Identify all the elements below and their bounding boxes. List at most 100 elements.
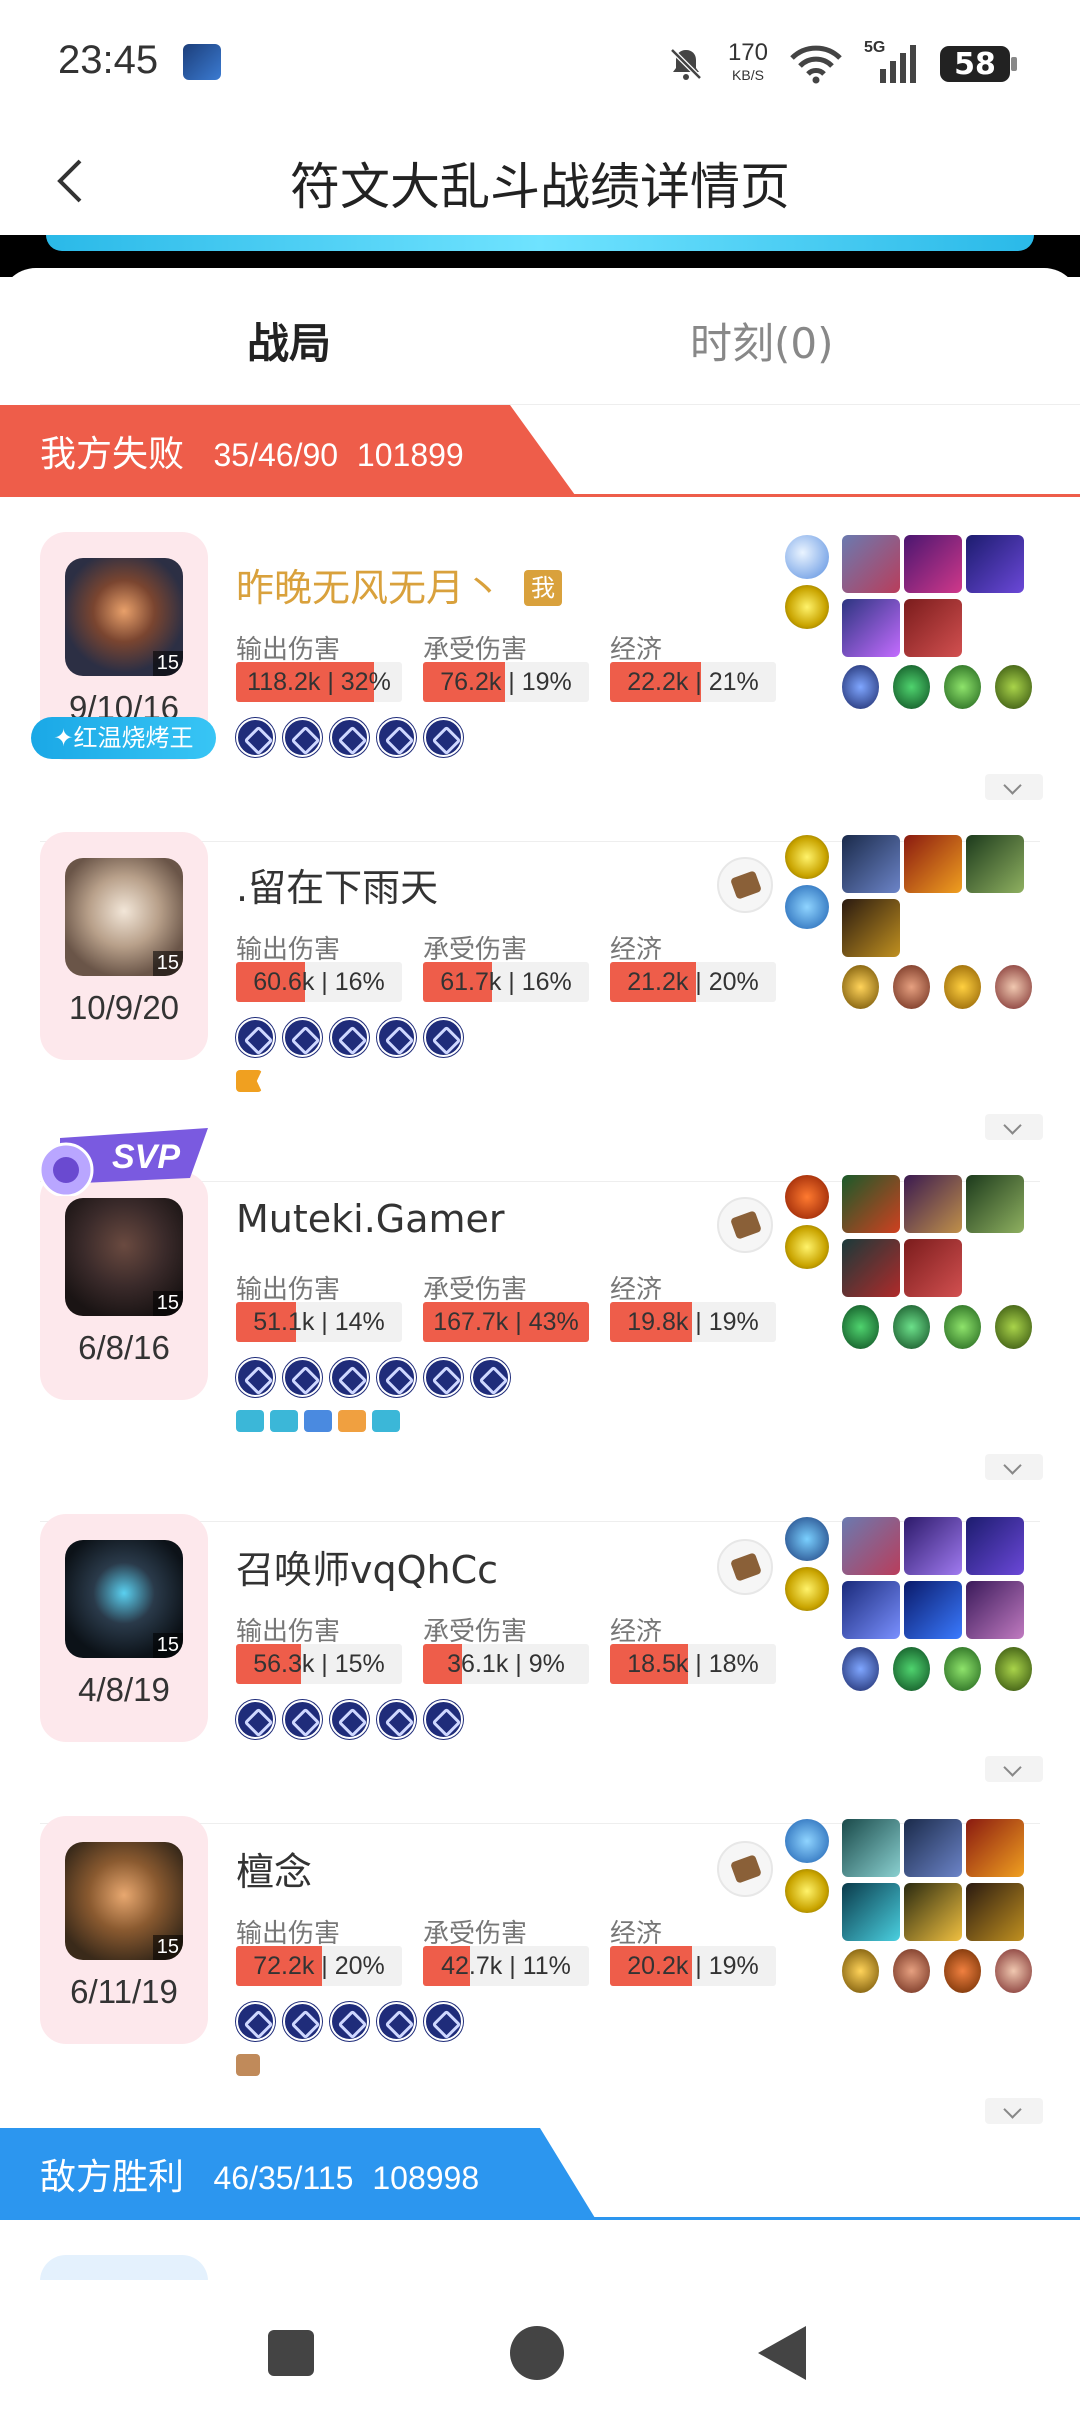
augment-icon	[893, 1647, 930, 1691]
rune-icon	[236, 718, 275, 757]
damage-label: 输出伤害	[236, 1919, 341, 1949]
snowball-spell-icon	[785, 1819, 829, 1863]
damage-bar: 56.3k | 15%	[236, 1644, 402, 1684]
player-avatar-card: 15 6/11/19	[40, 1816, 208, 2044]
augment-icon	[944, 1949, 981, 1993]
player-name-text: 昨晚无风无月丶	[236, 566, 503, 610]
item-icon	[966, 1883, 1024, 1941]
item-icon	[966, 1517, 1024, 1575]
player-row[interactable]: 15 6/8/16 SVP Muteki.Gamer 输出伤害 承受伤害 经济 …	[0, 1128, 1080, 1522]
augment-icon	[893, 1949, 930, 1993]
team-ally-score: 101899	[356, 437, 464, 473]
augment-icon	[893, 665, 930, 709]
recent-apps-icon[interactable]	[268, 2330, 314, 2376]
page-header: 符文大乱斗战绩详情页	[0, 125, 1080, 235]
rune-icon	[283, 2002, 322, 2041]
damage-bar: 72.2k | 20%	[236, 1946, 402, 1986]
team-ally-kda: 35/46/90	[213, 437, 339, 473]
rune-icon	[330, 1018, 369, 1057]
gold-value: 20.2k | 19%	[627, 1952, 759, 1980]
champion-avatar[interactable]: 15	[65, 1842, 183, 1960]
rune-icon	[330, 1700, 369, 1739]
expand-chevron-icon[interactable]	[985, 1756, 1043, 1782]
player-name[interactable]: .留在下雨天	[236, 857, 438, 912]
player-kda: 4/8/19	[78, 1671, 170, 1708]
taken-bar: 61.7k | 16%	[423, 962, 589, 1002]
player-name[interactable]: 檀念	[236, 1841, 312, 1896]
item-icon	[842, 1819, 900, 1877]
taken-value: 76.2k | 19%	[440, 668, 572, 696]
rune-icon	[471, 1358, 510, 1397]
tab-match[interactable]: 战局	[247, 310, 331, 371]
expand-chevron-icon[interactable]	[985, 1454, 1043, 1480]
gold-bar: 21.2k | 20%	[610, 962, 776, 1002]
flag-icon	[236, 1070, 262, 1092]
back-triangle-icon[interactable]	[758, 2326, 806, 2380]
champion-level: 15	[152, 951, 183, 976]
expand-chevron-icon[interactable]	[985, 1114, 1043, 1140]
home-icon[interactable]	[510, 2326, 564, 2380]
heart-icon	[236, 1410, 264, 1432]
gold-bar: 19.8k | 19%	[610, 1302, 776, 1342]
item-icon	[842, 1581, 900, 1639]
champion-avatar[interactable]: 15	[65, 1198, 183, 1316]
item-icon	[966, 1819, 1024, 1877]
item-grid	[842, 835, 1042, 1009]
item-icon	[904, 1883, 962, 1941]
expand-chevron-icon[interactable]	[985, 774, 1043, 800]
gold-label: 经济	[610, 1275, 663, 1305]
taken-bar: 76.2k | 19%	[423, 662, 589, 702]
augment-icon	[995, 1949, 1032, 1993]
augment-icon	[944, 965, 981, 1009]
team-ally-banner: 我方失败 35/46/90 101899	[0, 405, 1080, 497]
expand-chevron-icon[interactable]	[985, 2098, 1043, 2124]
rune-icon	[283, 1700, 322, 1739]
augment-icon	[995, 1647, 1032, 1691]
flash-spell-icon	[785, 1869, 829, 1913]
tab-moments[interactable]: 时刻(0)	[690, 310, 834, 371]
summoner-spells	[785, 1517, 829, 1617]
champion-avatar[interactable]: 15	[65, 1540, 183, 1658]
item-icon	[904, 835, 962, 893]
clarity-spell-icon	[785, 1517, 829, 1561]
item-icon	[842, 599, 900, 657]
player-name[interactable]: 召唤师vqQhCc	[236, 1539, 498, 1594]
champion-avatar[interactable]: 15	[65, 858, 183, 976]
flash-spell-icon	[785, 1567, 829, 1611]
extra-tags	[236, 1410, 400, 1432]
gold-bar: 18.5k | 18%	[610, 1644, 776, 1684]
player-name[interactable]: 昨晚无风无月丶我	[236, 557, 563, 612]
item-icon	[842, 535, 900, 593]
me-tag: 我	[524, 570, 563, 606]
player-row[interactable]: 15 10/9/20 .留在下雨天 输出伤害 承受伤害 经济 60.6k | 1…	[0, 802, 1080, 1182]
augment-icon	[944, 1305, 981, 1349]
champion-level: 15	[152, 651, 183, 676]
player-kda: 6/11/19	[70, 1973, 178, 2010]
wifi-icon	[790, 45, 842, 84]
network-speed-unit: KB/S	[732, 67, 764, 83]
player-kda: 10/9/20	[68, 989, 180, 1026]
item-icon	[966, 535, 1024, 593]
item-grid	[842, 1819, 1042, 1993]
damage-value: 56.3k | 15%	[253, 1650, 385, 1678]
damage-label: 输出伤害	[236, 1275, 341, 1305]
player-row[interactable]: 15 6/11/19 檀念 输出伤害 承受伤害 经济 72.2k | 20% 4…	[0, 1786, 1080, 2126]
rune-icon	[330, 718, 369, 757]
team-ally-result: 我方失败	[40, 434, 185, 475]
taken-bar: 42.7k | 11%	[423, 1946, 589, 1986]
taken-bar: 167.7k | 43%	[423, 1302, 589, 1342]
taken-label: 承受伤害	[423, 635, 528, 665]
gold-value: 21.2k | 20%	[627, 968, 759, 996]
player-row[interactable]: 15 9/10/16 ✦红温烧烤王 昨晚无风无月丶我 输出伤害 承受伤害 经济 …	[0, 502, 1080, 842]
snowball-spell-icon	[785, 535, 829, 579]
rune-icon	[330, 2002, 369, 2041]
player-row[interactable]: 15 4/8/19 召唤师vqQhCc 输出伤害 承受伤害 经济 56.3k |…	[0, 1484, 1080, 1824]
gold-label: 经济	[610, 1919, 663, 1949]
team-enemy-result: 敌方胜利	[40, 2157, 185, 2198]
rune-icon	[283, 718, 322, 757]
augment-icon	[893, 1305, 930, 1349]
champion-avatar[interactable]: 15	[65, 558, 183, 676]
rune-list	[236, 2002, 463, 2041]
svp-label: SVP	[112, 1138, 180, 1176]
player-name[interactable]: Muteki.Gamer	[236, 1197, 505, 1241]
